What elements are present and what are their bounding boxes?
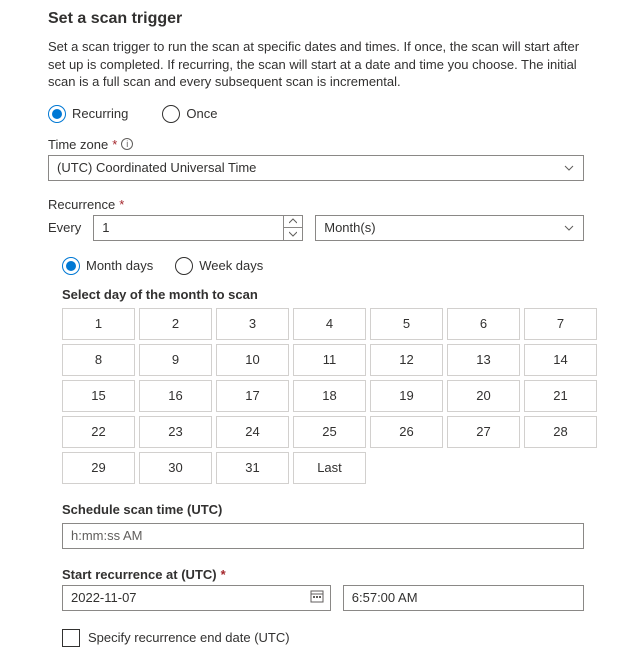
day-cell-15[interactable]: 15 (62, 380, 135, 412)
day-cell-2[interactable]: 2 (139, 308, 212, 340)
day-cell-10[interactable]: 10 (216, 344, 289, 376)
spinner-up-button[interactable] (284, 216, 302, 228)
radio-month-days[interactable]: Month days (62, 257, 153, 275)
day-cell-31[interactable]: 31 (216, 452, 289, 484)
schedule-time-input[interactable] (62, 523, 584, 549)
day-cell-22[interactable]: 22 (62, 416, 135, 448)
select-day-label: Select day of the month to scan (62, 287, 584, 302)
day-cell-26[interactable]: 26 (370, 416, 443, 448)
start-recurrence-label: Start recurrence at (UTC)* (62, 567, 584, 582)
day-cell-last[interactable]: Last (293, 452, 366, 484)
day-cell-24[interactable]: 24 (216, 416, 289, 448)
schedule-time-label: Schedule scan time (UTC) (62, 502, 584, 517)
every-value-input[interactable]: 1 (93, 215, 303, 241)
spinner-down-button[interactable] (284, 228, 302, 240)
day-cell-14[interactable]: 14 (524, 344, 597, 376)
end-date-checkbox[interactable] (62, 629, 80, 647)
page-description: Set a scan trigger to run the scan at sp… (48, 38, 584, 91)
day-cell-11[interactable]: 11 (293, 344, 366, 376)
radio-week-days-label: Week days (199, 258, 263, 273)
info-icon[interactable]: i (121, 138, 133, 150)
month-days-grid: 1234567891011121314151617181920212223242… (62, 308, 584, 484)
day-cell-27[interactable]: 27 (447, 416, 520, 448)
radio-recurring-indicator (48, 105, 66, 123)
day-cell-29[interactable]: 29 (62, 452, 135, 484)
radio-month-days-indicator (62, 257, 80, 275)
trigger-type-group: Recurring Once (48, 105, 584, 123)
day-cell-12[interactable]: 12 (370, 344, 443, 376)
day-cell-20[interactable]: 20 (447, 380, 520, 412)
day-cell-16[interactable]: 16 (139, 380, 212, 412)
radio-week-days[interactable]: Week days (175, 257, 263, 275)
every-value: 1 (102, 220, 109, 235)
calendar-icon[interactable] (310, 589, 324, 606)
chevron-down-icon (563, 162, 575, 174)
radio-once-indicator (162, 105, 180, 123)
day-cell-5[interactable]: 5 (370, 308, 443, 340)
radio-week-days-indicator (175, 257, 193, 275)
day-cell-1[interactable]: 1 (62, 308, 135, 340)
radio-once-label: Once (186, 106, 217, 121)
day-cell-13[interactable]: 13 (447, 344, 520, 376)
start-date-input[interactable]: 2022-11-07 (62, 585, 331, 611)
recurrence-unit-value: Month(s) (324, 220, 375, 235)
page-title: Set a scan trigger (48, 10, 584, 28)
recurrence-unit-select[interactable]: Month(s) (315, 215, 584, 241)
timezone-select[interactable]: (UTC) Coordinated Universal Time (48, 155, 584, 181)
start-time-input[interactable]: 6:57:00 AM (343, 585, 584, 611)
day-cell-21[interactable]: 21 (524, 380, 597, 412)
every-label: Every (48, 220, 81, 235)
chevron-down-icon (563, 222, 575, 234)
day-cell-7[interactable]: 7 (524, 308, 597, 340)
day-cell-25[interactable]: 25 (293, 416, 366, 448)
day-cell-18[interactable]: 18 (293, 380, 366, 412)
recurrence-label: Recurrence* (48, 197, 584, 212)
timezone-label: Time zone* i (48, 137, 584, 152)
start-time-value: 6:57:00 AM (352, 590, 418, 605)
day-cell-4[interactable]: 4 (293, 308, 366, 340)
day-cell-30[interactable]: 30 (139, 452, 212, 484)
end-date-label: Specify recurrence end date (UTC) (88, 630, 290, 645)
day-cell-28[interactable]: 28 (524, 416, 597, 448)
day-cell-8[interactable]: 8 (62, 344, 135, 376)
day-cell-9[interactable]: 9 (139, 344, 212, 376)
day-cell-6[interactable]: 6 (447, 308, 520, 340)
radio-recurring-label: Recurring (72, 106, 128, 121)
day-cell-3[interactable]: 3 (216, 308, 289, 340)
timezone-value: (UTC) Coordinated Universal Time (57, 160, 256, 175)
radio-recurring[interactable]: Recurring (48, 105, 128, 123)
day-cell-23[interactable]: 23 (139, 416, 212, 448)
start-date-value: 2022-11-07 (71, 590, 137, 605)
radio-month-days-label: Month days (86, 258, 153, 273)
day-mode-group: Month days Week days (62, 257, 584, 275)
day-cell-19[interactable]: 19 (370, 380, 443, 412)
radio-once[interactable]: Once (162, 105, 217, 123)
day-cell-17[interactable]: 17 (216, 380, 289, 412)
